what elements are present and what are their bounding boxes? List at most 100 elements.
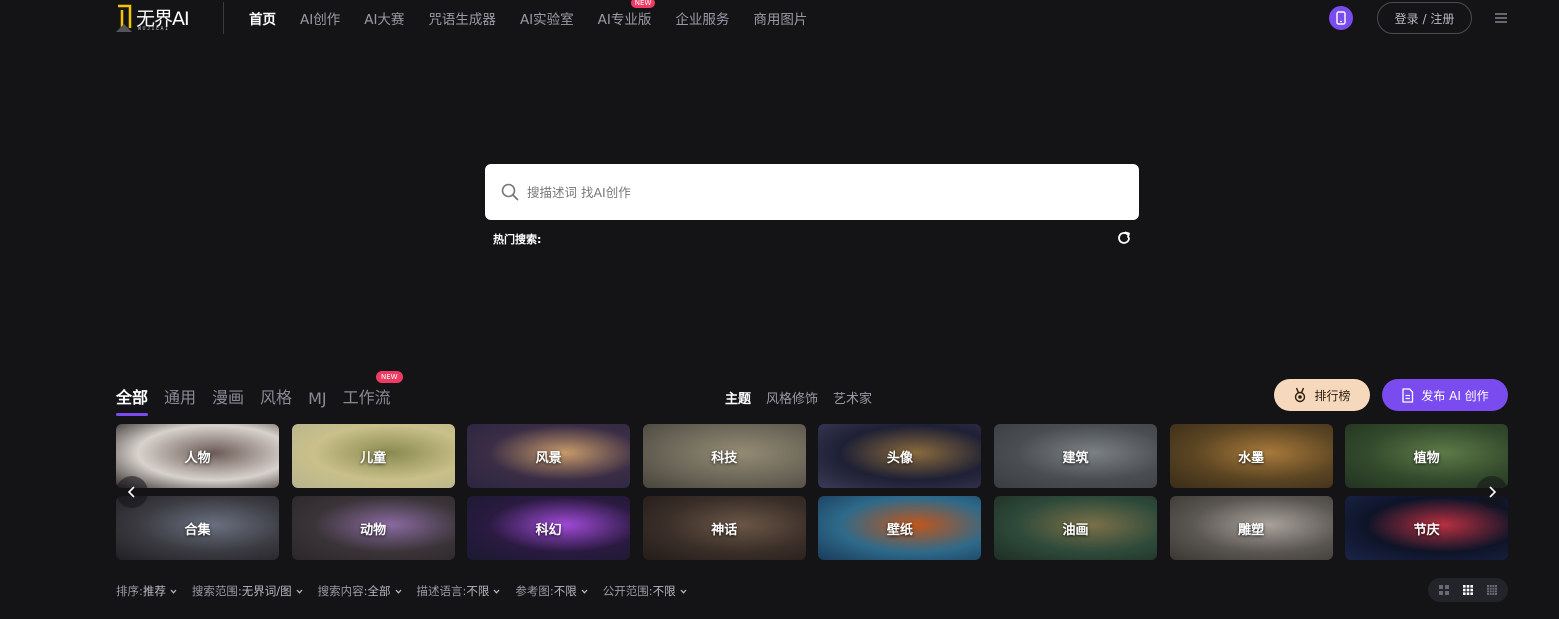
nav-label: 商用图片 bbox=[753, 12, 808, 28]
refresh-hot-search-button[interactable] bbox=[1116, 230, 1132, 250]
refresh-icon bbox=[1118, 231, 1130, 244]
filter-value: 不限 bbox=[553, 584, 577, 598]
tab-workflow[interactable]: 工作流 NEW bbox=[343, 371, 403, 408]
carousel-next-button[interactable] bbox=[1476, 476, 1508, 508]
tab-comic[interactable]: 漫画 bbox=[212, 384, 244, 408]
grid-large-icon bbox=[1439, 585, 1449, 595]
tab-label: 全部 bbox=[116, 388, 149, 407]
chevron-down-icon bbox=[581, 589, 588, 594]
medal-icon bbox=[1295, 387, 1306, 403]
filter-label: 搜索范围: bbox=[191, 584, 242, 598]
document-icon bbox=[1402, 387, 1414, 403]
tab-mj[interactable]: MJ bbox=[308, 389, 327, 408]
subtab-artist[interactable]: 艺术家 bbox=[833, 388, 872, 407]
logo-mark-icon bbox=[116, 4, 132, 32]
theme-tile[interactable]: 动物 bbox=[291, 496, 455, 560]
tab-label: 风格 bbox=[260, 388, 293, 407]
theme-tile[interactable]: 水墨 bbox=[1169, 424, 1333, 488]
theme-tile-label: 植物 bbox=[1413, 450, 1440, 466]
theme-tile-label: 神话 bbox=[711, 522, 738, 538]
theme-tile[interactable]: 科幻 bbox=[467, 496, 631, 560]
chevron-down-icon bbox=[296, 589, 303, 594]
leaderboard-button[interactable]: 排行榜 bbox=[1274, 379, 1370, 411]
nav-label: 咒语生成器 bbox=[428, 12, 496, 28]
nav-item-prompt-generator[interactable]: 咒语生成器 bbox=[428, 8, 496, 28]
hot-search-label: 热门搜索: bbox=[493, 233, 542, 246]
page: 无界AI WUJIEAI 首页 AI创作 AI大赛 咒语生成器 AI实验室 AI… bbox=[0, 0, 1559, 619]
subtab-theme[interactable]: 主题 bbox=[725, 388, 751, 407]
chevron-down-icon bbox=[493, 589, 500, 594]
menu-button[interactable] bbox=[1494, 10, 1508, 24]
nav-item-ai-lab[interactable]: AI实验室 bbox=[520, 8, 574, 28]
chevron-right-icon bbox=[1489, 486, 1497, 498]
leaderboard-label: 排行榜 bbox=[1314, 388, 1351, 403]
theme-tile[interactable]: 壁纸 bbox=[818, 496, 982, 560]
theme-tile-label: 科技 bbox=[711, 450, 738, 466]
filter-value: 不限 bbox=[466, 584, 490, 598]
filter-value: 全部 bbox=[367, 584, 391, 598]
view-small-grid[interactable] bbox=[1482, 581, 1502, 599]
filter-dropdown[interactable]: 排序: 推荐 bbox=[116, 583, 177, 599]
view-medium-grid[interactable] bbox=[1458, 581, 1478, 599]
logo[interactable]: 无界AI WUJIEAI bbox=[116, 2, 208, 34]
nav-item-ai-contest[interactable]: AI大赛 bbox=[364, 8, 404, 28]
filter-label: 参考图: bbox=[515, 584, 554, 598]
nav-item-home[interactable]: 首页 bbox=[249, 8, 276, 28]
theme-tile[interactable]: 建筑 bbox=[994, 424, 1157, 488]
theme-tile-label: 动物 bbox=[360, 522, 387, 538]
filter-dropdown[interactable]: 搜索范围: 无界词/图 bbox=[192, 583, 303, 599]
nav-label: AI专业版 bbox=[597, 12, 652, 28]
filter-value: 无界词/图 bbox=[241, 584, 292, 598]
nav-item-enterprise[interactable]: 企业服务 bbox=[675, 8, 729, 28]
menu-icon bbox=[1495, 13, 1507, 23]
filter-value: 推荐 bbox=[142, 584, 166, 598]
theme-tile[interactable]: 儿童 bbox=[291, 424, 455, 488]
theme-tile[interactable]: 雕塑 bbox=[1169, 496, 1333, 560]
nav-label: AI大赛 bbox=[364, 12, 405, 28]
mobile-app-button[interactable] bbox=[1329, 6, 1353, 30]
filter-bar: 排序: 推荐 搜索范围: 无界词/图 搜索内容: 全部 描述语言: 不限 参考图: 不限 公开范围:… bbox=[116, 583, 702, 599]
filter-dropdown[interactable]: 描述语言: 不限 bbox=[417, 583, 501, 599]
theme-tile-label: 人物 bbox=[184, 450, 211, 466]
view-large-grid[interactable] bbox=[1434, 581, 1454, 599]
theme-tile-label: 壁纸 bbox=[886, 522, 913, 538]
filter-dropdown[interactable]: 搜索内容: 全部 bbox=[318, 583, 402, 599]
nav-label: AI实验室 bbox=[519, 12, 574, 28]
search-icon bbox=[501, 183, 519, 201]
nav-label: 企业服务 bbox=[675, 12, 730, 28]
filter-value: 不限 bbox=[652, 584, 676, 598]
theme-tile-label: 雕塑 bbox=[1238, 522, 1265, 538]
category-tabs: 全部 通用 漫画 风格 MJ 工作流 NEW bbox=[116, 371, 407, 416]
nav-item-ai-create[interactable]: AI创作 bbox=[300, 8, 340, 28]
theme-tile[interactable]: 油画 bbox=[994, 496, 1157, 560]
theme-tile[interactable]: 头像 bbox=[818, 424, 982, 488]
chevron-left-icon bbox=[127, 486, 135, 498]
nav-item-ai-pro[interactable]: AI专业版 NEW bbox=[597, 0, 656, 28]
search-input[interactable] bbox=[527, 172, 1117, 212]
filter-dropdown[interactable]: 公开范围: 不限 bbox=[603, 583, 687, 599]
tab-style[interactable]: 风格 bbox=[260, 384, 292, 408]
subtab-style-modifier[interactable]: 风格修饰 bbox=[766, 388, 818, 407]
sub-tabs: 主题 风格修饰 艺术家 bbox=[725, 388, 887, 407]
theme-tile[interactable]: 神话 bbox=[642, 496, 806, 560]
chevron-down-icon bbox=[680, 589, 687, 594]
nav-item-commercial-images[interactable]: 商用图片 bbox=[753, 8, 807, 28]
tab-all[interactable]: 全部 bbox=[116, 384, 149, 416]
tab-label: 漫画 bbox=[212, 388, 245, 407]
chevron-down-icon bbox=[395, 589, 401, 594]
tab-label: 通用 bbox=[164, 388, 197, 407]
top-header: 无界AI WUJIEAI 首页 AI创作 AI大赛 咒语生成器 AI实验室 AI… bbox=[0, 0, 1559, 38]
tab-general[interactable]: 通用 bbox=[164, 384, 196, 408]
theme-tile-label: 风景 bbox=[535, 450, 562, 466]
carousel-prev-button[interactable] bbox=[116, 476, 148, 508]
view-mode-toggle bbox=[1428, 578, 1508, 602]
login-register-button[interactable]: 登录 / 注册 bbox=[1377, 2, 1472, 34]
filter-dropdown[interactable]: 参考图: 不限 bbox=[515, 583, 588, 599]
publish-ai-creation-button[interactable]: 发布 AI 创作 bbox=[1382, 379, 1508, 411]
new-badge: NEW bbox=[630, 0, 656, 8]
theme-tile[interactable]: 风景 bbox=[467, 424, 631, 488]
theme-tile[interactable]: 科技 bbox=[642, 424, 806, 488]
filter-label: 排序: bbox=[116, 584, 143, 598]
filter-label: 公开范围: bbox=[602, 584, 653, 598]
theme-tile-label: 水墨 bbox=[1238, 450, 1265, 466]
